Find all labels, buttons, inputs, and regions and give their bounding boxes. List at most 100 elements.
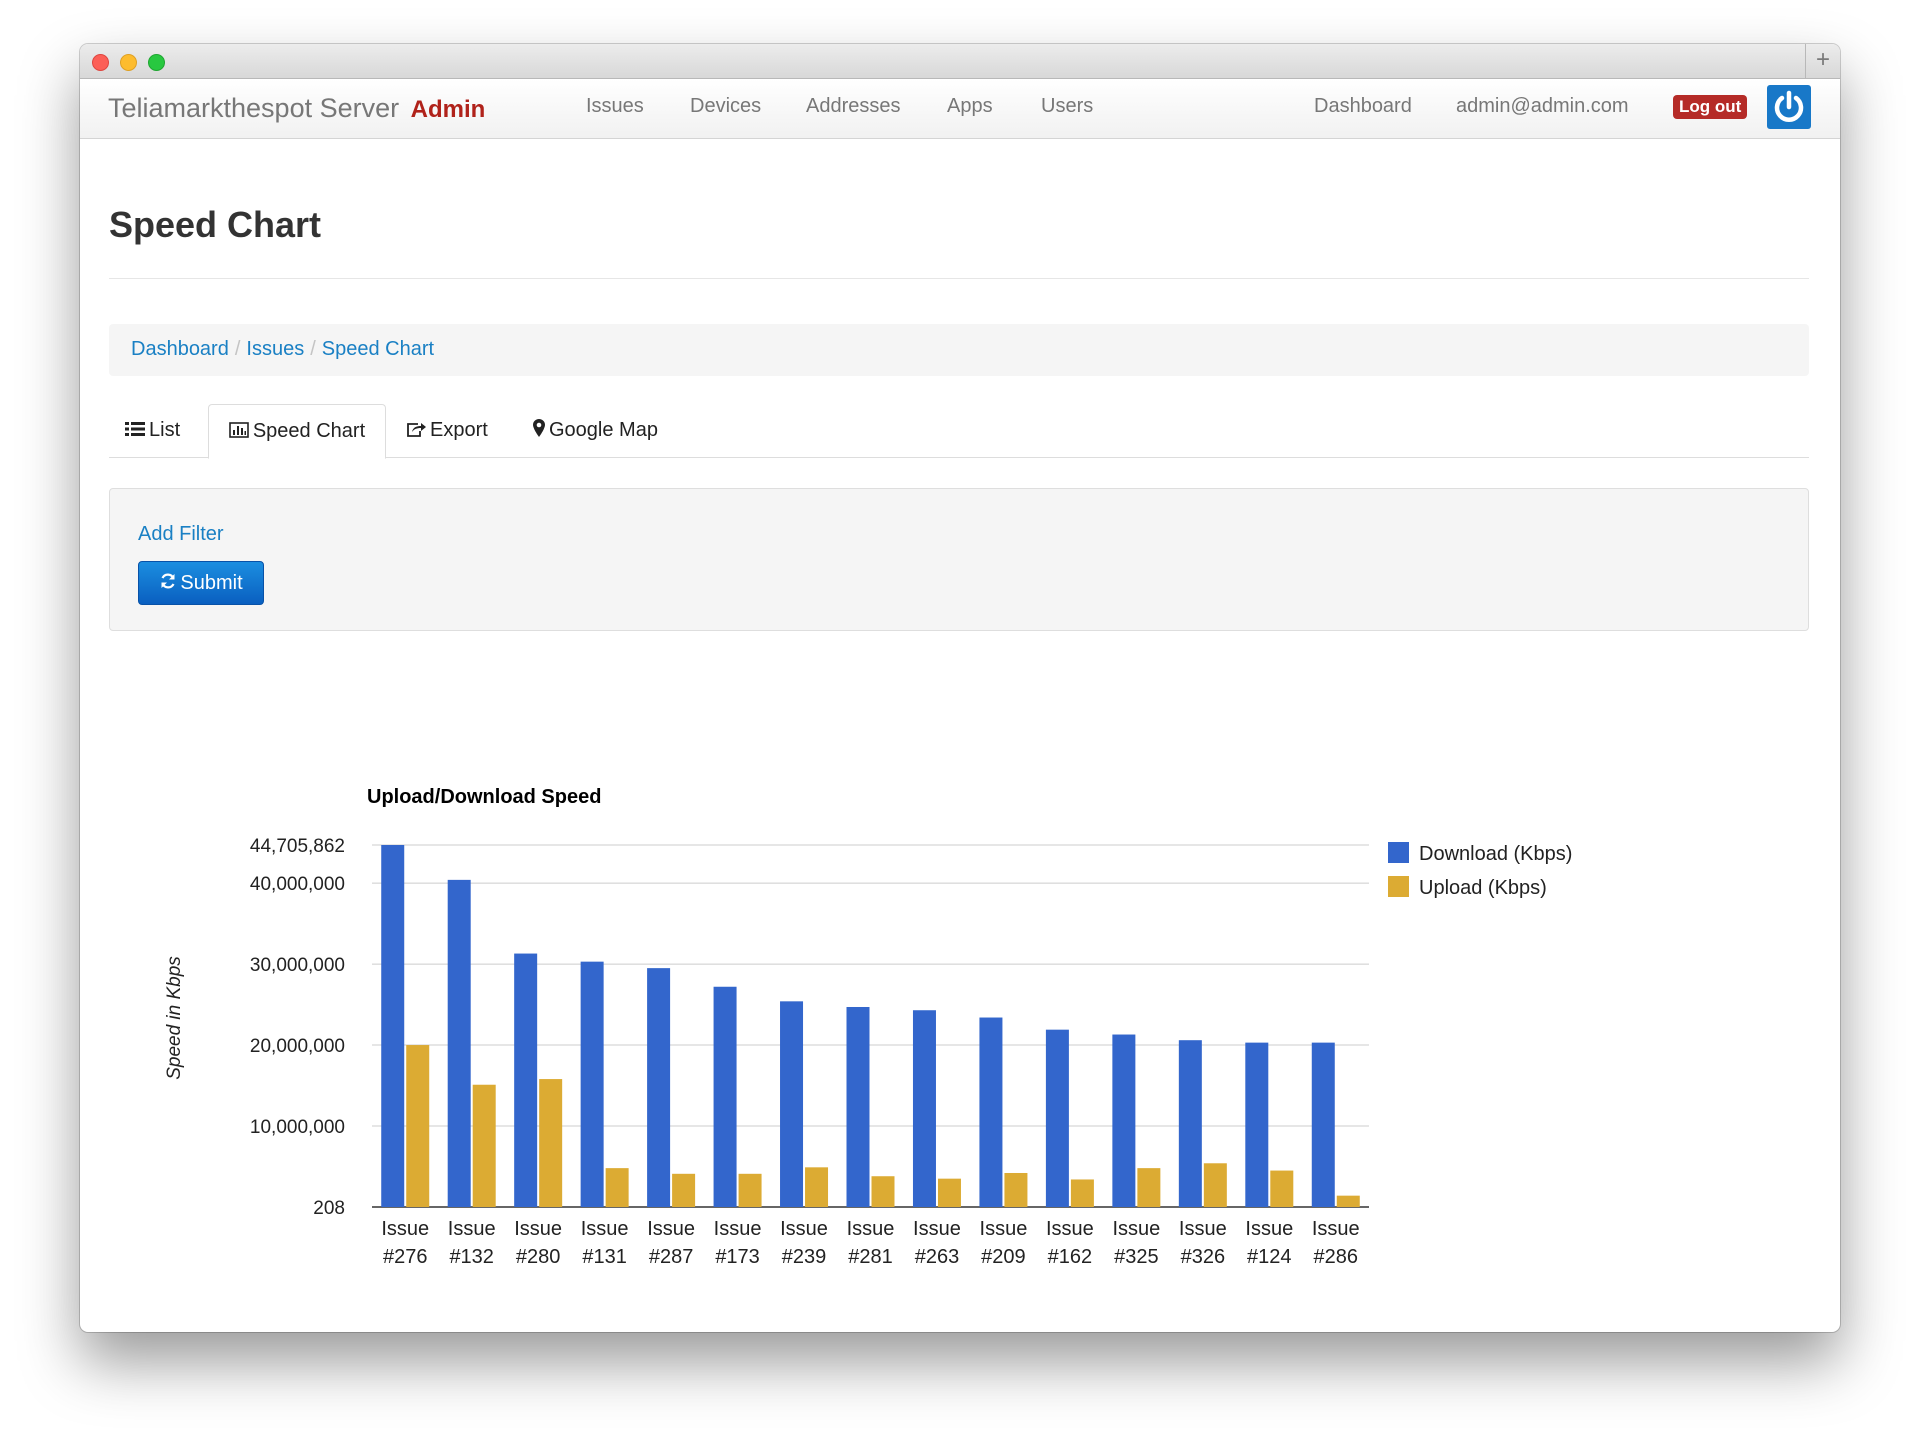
upload-bar[interactable] bbox=[738, 1173, 762, 1207]
x-tick-label-line: #124 bbox=[1247, 1246, 1292, 1268]
download-bar[interactable] bbox=[912, 1010, 936, 1207]
upload-bar[interactable] bbox=[1137, 1168, 1161, 1207]
upload-bar[interactable] bbox=[472, 1084, 496, 1207]
tab-export[interactable]: Export bbox=[406, 404, 488, 456]
power-icon[interactable] bbox=[1767, 85, 1811, 129]
x-tick-label-line: #263 bbox=[915, 1246, 960, 1268]
nav-dashboard[interactable]: Dashboard bbox=[1314, 95, 1412, 118]
download-bar[interactable] bbox=[846, 1006, 870, 1207]
x-tick-label-line: Issue bbox=[980, 1218, 1028, 1240]
upload-bar[interactable] bbox=[672, 1173, 696, 1207]
x-tick-label-line: #131 bbox=[582, 1246, 627, 1268]
chart-title: Upload/Download Speed bbox=[367, 786, 601, 808]
x-tick-label-line: Issue bbox=[1046, 1218, 1094, 1240]
maximize-window-button[interactable] bbox=[148, 54, 165, 71]
x-tick-label: Issue #325 bbox=[1112, 1218, 1160, 1268]
list-icon bbox=[125, 405, 145, 457]
breadcrumb-issues[interactable]: Issues bbox=[246, 338, 304, 360]
upload-bar[interactable] bbox=[1270, 1170, 1294, 1207]
upload-bar[interactable] bbox=[1203, 1163, 1227, 1207]
download-bar[interactable] bbox=[713, 986, 737, 1207]
upload-bar[interactable] bbox=[937, 1178, 961, 1207]
tab-list[interactable]: List bbox=[125, 404, 180, 456]
add-filter-link[interactable]: Add Filter bbox=[138, 523, 224, 546]
download-bar[interactable] bbox=[514, 953, 538, 1207]
x-tick-label-line: #173 bbox=[715, 1246, 760, 1268]
upload-bar[interactable] bbox=[539, 1079, 563, 1207]
x-tick-label-line: Issue bbox=[1179, 1218, 1227, 1240]
download-bar[interactable] bbox=[580, 961, 604, 1207]
nav-devices[interactable]: Devices bbox=[690, 95, 761, 118]
refresh-icon bbox=[159, 563, 177, 605]
breadcrumb-separator: / bbox=[310, 338, 316, 360]
download-bar[interactable] bbox=[1045, 1029, 1069, 1207]
bar-chart-icon bbox=[229, 406, 249, 458]
y-tick-label: 208 bbox=[313, 1198, 345, 1219]
x-tick-label: Issue #286 bbox=[1312, 1218, 1360, 1268]
upload-bar[interactable] bbox=[1004, 1172, 1028, 1207]
chart-legend[interactable]: Download (Kbps) Upload (Kbps) bbox=[1388, 842, 1572, 899]
brand[interactable]: Teliamarkthespot Server Admin bbox=[108, 93, 485, 124]
x-tick-label: Issue #280 bbox=[514, 1218, 562, 1268]
nav-users[interactable]: Users bbox=[1041, 95, 1093, 118]
x-tick-label-line: #286 bbox=[1314, 1246, 1359, 1268]
x-tick-label-line: #239 bbox=[782, 1246, 827, 1268]
brand-name: Teliamarkthespot Server bbox=[108, 93, 400, 123]
upload-bar[interactable] bbox=[406, 1045, 430, 1207]
legend-swatch-download bbox=[1388, 842, 1409, 863]
tab-google-map[interactable]: Google Map bbox=[533, 404, 658, 456]
upload-bar[interactable] bbox=[1070, 1179, 1094, 1207]
window-titlebar: + bbox=[80, 44, 1840, 79]
x-tick-label: Issue #124 bbox=[1245, 1218, 1293, 1268]
logout-button[interactable]: Log out bbox=[1673, 95, 1748, 119]
new-tab-button[interactable]: + bbox=[1805, 44, 1840, 78]
page-title: Speed Chart bbox=[109, 204, 322, 245]
x-tick-label-line: #325 bbox=[1114, 1246, 1159, 1268]
breadcrumb-dashboard[interactable]: Dashboard bbox=[131, 338, 229, 360]
x-tick-label-line: Issue bbox=[1312, 1218, 1360, 1240]
x-tick-label-line: #287 bbox=[649, 1246, 694, 1268]
upload-bar[interactable] bbox=[605, 1168, 629, 1207]
tab-speed-chart[interactable]: Speed Chart bbox=[208, 404, 386, 459]
x-tick-label-line: #280 bbox=[516, 1246, 561, 1268]
upload-bar[interactable] bbox=[871, 1176, 895, 1207]
download-bar[interactable] bbox=[979, 1017, 1003, 1207]
nav-addresses[interactable]: Addresses bbox=[806, 95, 901, 118]
x-tick-label: Issue #263 bbox=[913, 1218, 961, 1268]
x-tick-label: Issue #209 bbox=[980, 1218, 1028, 1268]
x-tick-label: Issue #239 bbox=[780, 1218, 828, 1268]
download-bar[interactable] bbox=[1178, 1040, 1202, 1207]
x-tick-label-line: Issue bbox=[647, 1218, 695, 1240]
minimize-window-button[interactable] bbox=[120, 54, 137, 71]
submit-button[interactable]: Submit bbox=[138, 561, 264, 605]
download-bar[interactable] bbox=[381, 845, 405, 1207]
download-bar[interactable] bbox=[1112, 1034, 1136, 1207]
nav-user-email[interactable]: admin@admin.com bbox=[1456, 95, 1629, 118]
nav-apps[interactable]: Apps bbox=[947, 95, 993, 118]
download-bar[interactable] bbox=[447, 879, 471, 1207]
tab-list-label: List bbox=[149, 419, 181, 441]
x-tick-label-line: Issue bbox=[381, 1218, 429, 1240]
download-bar[interactable] bbox=[1245, 1042, 1269, 1207]
close-window-button[interactable] bbox=[92, 54, 109, 71]
download-bar[interactable] bbox=[1311, 1042, 1335, 1207]
x-tick-label-line: Issue bbox=[448, 1218, 496, 1240]
x-tick-label-line: Issue bbox=[1245, 1218, 1293, 1240]
title-divider bbox=[109, 278, 1809, 279]
upload-bar[interactable] bbox=[805, 1167, 829, 1207]
x-tick-label: Issue #287 bbox=[647, 1218, 695, 1268]
y-tick-label: 20,000,000 bbox=[250, 1036, 345, 1057]
x-tick-label-line: #281 bbox=[848, 1246, 893, 1268]
download-bar[interactable] bbox=[647, 968, 671, 1207]
legend-label-upload: Upload (Kbps) bbox=[1419, 877, 1547, 899]
x-tick-label-line: #132 bbox=[449, 1246, 494, 1268]
x-tick-label: Issue #162 bbox=[1046, 1218, 1094, 1268]
upload-bar[interactable] bbox=[1336, 1195, 1360, 1207]
nav-issues[interactable]: Issues bbox=[586, 95, 644, 118]
y-tick-label: 10,000,000 bbox=[250, 1117, 345, 1138]
breadcrumb-speed-chart[interactable]: Speed Chart bbox=[322, 338, 434, 360]
x-tick-label-line: Issue bbox=[780, 1218, 828, 1240]
x-tick-label-line: Issue bbox=[913, 1218, 961, 1240]
chart-bars bbox=[381, 845, 1360, 1207]
download-bar[interactable] bbox=[780, 1001, 804, 1207]
